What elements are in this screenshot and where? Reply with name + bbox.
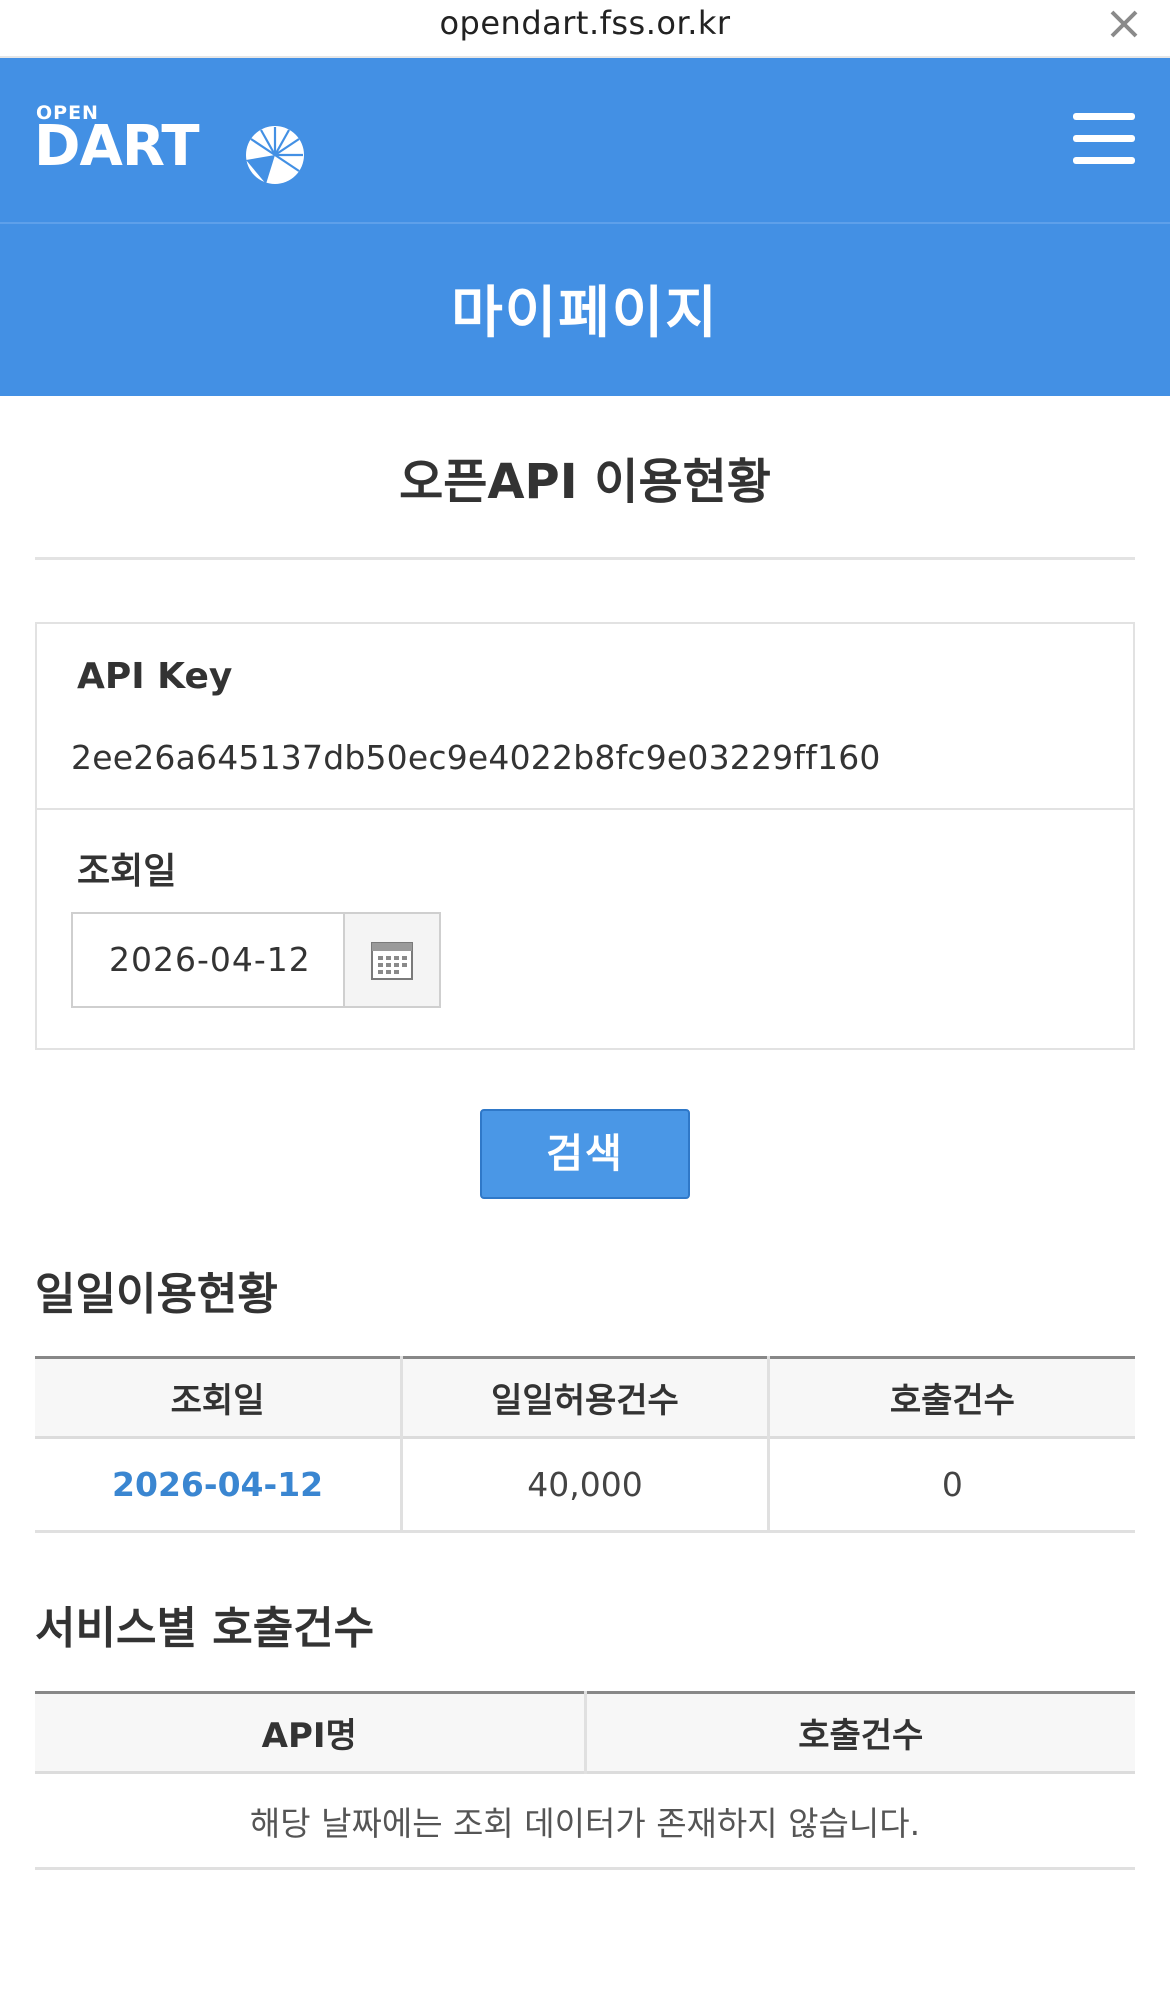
service-usage-title: 서비스별 호출건수: [35, 1603, 375, 1654]
divider: [35, 557, 1135, 560]
daily-usage-table: 조회일 일일허용건수 호출건수 2026-04-12 40,000 0: [35, 1356, 1135, 1533]
logo-dart-text: DART: [34, 114, 200, 179]
section-title: 오픈API 이용현황: [399, 454, 771, 510]
page-title-banner: 마이페이지: [0, 224, 1170, 396]
allowed-count-cell: 40,000: [401, 1437, 770, 1533]
close-icon[interactable]: [1106, 6, 1142, 42]
browser-url-bar: opendart.fss.or.kr: [0, 0, 1170, 58]
query-form: API Key 2ee26a645137db50ec9e4022b8fc9e03…: [35, 622, 1135, 1050]
column-header: 호출건수: [768, 1357, 1135, 1438]
api-key-label: API Key: [77, 656, 233, 697]
url-text[interactable]: opendart.fss.or.kr: [0, 4, 1170, 42]
search-button[interactable]: 검색: [480, 1109, 690, 1199]
daily-usage-title: 일일이용현황: [35, 1269, 278, 1320]
column-header: 호출건수: [585, 1692, 1135, 1773]
date-input[interactable]: 2026-04-12: [71, 912, 345, 1008]
column-header: 일일허용건수: [401, 1357, 770, 1438]
service-usage-table: API명 호출건수 해당 날짜에는 조회 데이터가 존재하지 않습니다.: [35, 1691, 1135, 1870]
column-header: API명: [35, 1692, 587, 1773]
date-link[interactable]: 2026-04-12: [35, 1437, 404, 1533]
date-label: 조회일: [77, 851, 177, 892]
column-header: 조회일: [35, 1357, 404, 1438]
logo-wheel-icon: [246, 126, 304, 184]
table-row: 해당 날짜에는 조회 데이터가 존재하지 않습니다.: [35, 1772, 1135, 1870]
table-header-row: 조회일 일일허용건수 호출건수: [35, 1357, 1135, 1438]
api-key-value: 2ee26a645137db50ec9e4022b8fc9e03229ff160: [71, 738, 881, 777]
table-header-row: API명 호출건수: [35, 1692, 1135, 1773]
page-title: 마이페이지: [451, 281, 719, 346]
table-row: 2026-04-12 40,000 0: [35, 1437, 1135, 1533]
call-count-cell: 0: [768, 1437, 1135, 1533]
calendar-icon: [371, 942, 413, 980]
api-key-row: API Key 2ee26a645137db50ec9e4022b8fc9e03…: [37, 624, 1133, 810]
empty-message: 해당 날짜에는 조회 데이터가 존재하지 않습니다.: [35, 1772, 1135, 1870]
calendar-button[interactable]: [345, 912, 441, 1008]
hamburger-menu-icon[interactable]: [1073, 113, 1135, 165]
site-header: OPEN DART: [0, 58, 1170, 224]
